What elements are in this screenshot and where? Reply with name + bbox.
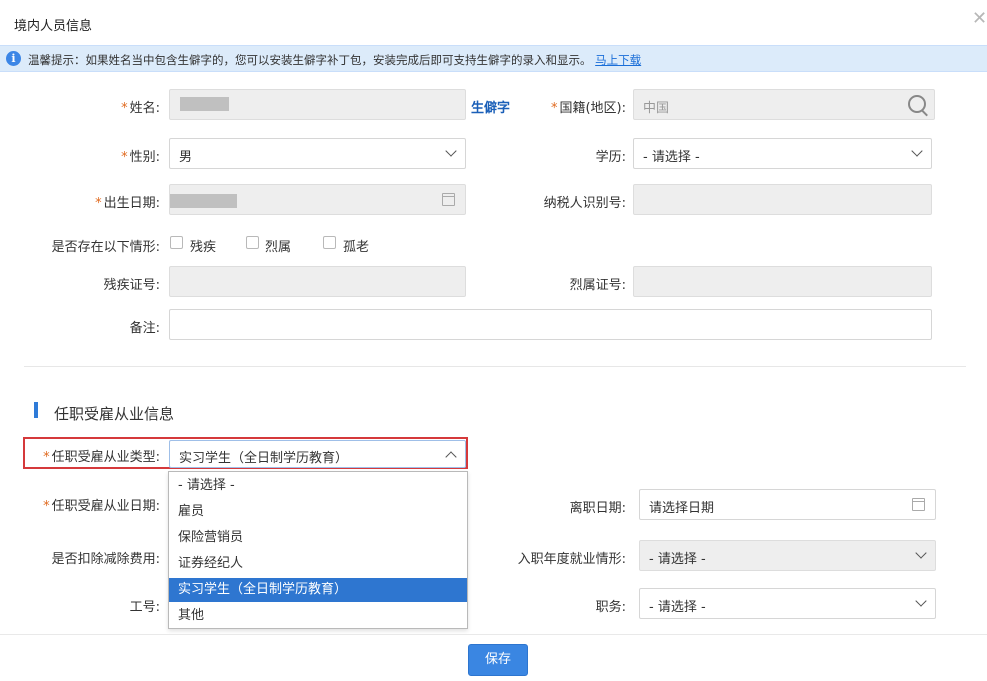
disability-no-label: 残疾证号: <box>103 278 160 293</box>
dialog-title: 境内人员信息 <box>14 19 93 34</box>
section-title: 任职受雇从业信息 <box>54 405 175 423</box>
nationality-field[interactable]: 中国 <box>633 89 935 120</box>
close-icon[interactable]: ✕ <box>972 10 987 28</box>
elderly-checkbox[interactable] <box>323 236 336 249</box>
chevron-down-icon <box>445 145 457 157</box>
dropdown-option-intern[interactable]: 实习学生（全日制学历教育） <box>169 578 467 602</box>
chevron-down-icon <box>911 145 923 157</box>
martyr-no-label: 烈属证号: <box>569 278 626 293</box>
dropdown-option-insurance[interactable]: 保险营销员 <box>169 526 467 550</box>
tip-text-wrap: 温馨提示：如果姓名当中包含生僻字的，您可以安装生僻字补丁包，安装完成后即可支持生… <box>28 52 641 68</box>
gender-label-text: 性别: <box>129 150 160 165</box>
gender-select[interactable]: 男 <box>169 138 466 169</box>
education-value: - 请选择 - <box>643 150 700 165</box>
nationality-label: * 国籍(地区): <box>550 101 626 116</box>
dropdown-option-other[interactable]: 其他 <box>169 604 467 628</box>
position-select[interactable]: - 请选择 - <box>639 588 936 619</box>
birth-label: * 出生日期: <box>95 196 160 211</box>
birth-date-field[interactable] <box>169 184 466 215</box>
disability-no-field[interactable] <box>169 266 466 297</box>
name-label: * 姓名: <box>121 101 160 116</box>
position-label: 职务: <box>595 600 626 615</box>
entry-situation-label: 入职年度就业情形: <box>517 552 626 567</box>
elderly-option: 孤老 <box>343 240 370 255</box>
chevron-down-icon <box>915 595 927 607</box>
staff-no-label: 工号: <box>129 600 160 615</box>
employment-date-label-text: 任职受雇从业日期: <box>51 499 160 514</box>
section-marker <box>34 402 38 418</box>
remark-label: 备注: <box>129 321 160 336</box>
tax-id-field[interactable] <box>633 184 932 215</box>
employment-date-label: * 任职受雇从业日期: <box>43 499 160 514</box>
education-label: 学历: <box>595 150 626 165</box>
birth-redacted <box>170 194 237 208</box>
leave-date-label: 离职日期: <box>569 501 626 516</box>
disability-checkbox[interactable] <box>170 236 183 249</box>
position-value: - 请选择 - <box>649 600 706 615</box>
chevron-down-icon <box>915 547 927 559</box>
nationality-label-text: 国籍(地区): <box>559 101 626 116</box>
tip-text: 温馨提示：如果姓名当中包含生僻字的，您可以安装生僻字补丁包，安装完成后即可支持生… <box>28 53 592 67</box>
entry-situation-value: - 请选择 - <box>649 552 706 567</box>
dropdown-option-broker[interactable]: 证券经纪人 <box>169 552 467 576</box>
download-link[interactable]: 马上下载 <box>595 53 641 67</box>
tip-banner: i 温馨提示：如果姓名当中包含生僻字的，您可以安装生僻字补丁包，安装完成后即可支… <box>0 45 987 72</box>
martyr-checkbox[interactable] <box>246 236 259 249</box>
dropdown-option-none[interactable]: - 请选择 - <box>169 474 467 498</box>
employment-type-dropdown: - 请选择 - 雇员 保险营销员 证券经纪人 实习学生（全日制学历教育） 其他 <box>168 471 468 629</box>
gender-label: * 性别: <box>121 150 160 165</box>
calendar-icon[interactable] <box>912 498 925 511</box>
employment-type-value: 实习学生（全日制学历教育） <box>179 451 349 466</box>
name-label-text: 姓名: <box>129 101 160 116</box>
name-field[interactable] <box>169 89 466 120</box>
save-button[interactable]: 保存 <box>468 644 528 676</box>
entry-situation-select[interactable]: - 请选择 - <box>639 540 936 571</box>
footer-divider <box>0 634 987 635</box>
nationality-value: 中国 <box>643 101 670 116</box>
calendar-icon[interactable] <box>442 193 455 206</box>
martyr-no-field[interactable] <box>633 266 932 297</box>
search-icon[interactable] <box>908 95 926 113</box>
birth-label-text: 出生日期: <box>103 196 160 211</box>
gender-value: 男 <box>179 150 193 165</box>
rare-char-button[interactable]: 生僻字 <box>471 97 510 116</box>
tax-id-label: 纳税人识别号: <box>543 196 626 211</box>
situation-label: 是否存在以下情形: <box>51 240 160 255</box>
dropdown-option-employee[interactable]: 雇员 <box>169 500 467 524</box>
leave-date-placeholder: 请选择日期 <box>649 501 715 516</box>
remark-field[interactable] <box>169 309 932 340</box>
leave-date-field[interactable]: 请选择日期 <box>639 489 936 520</box>
employment-type-label: * 任职受雇从业类型: <box>43 450 160 465</box>
section-divider <box>24 366 966 367</box>
martyr-option: 烈属 <box>265 240 292 255</box>
education-select[interactable]: - 请选择 - <box>633 138 932 169</box>
chevron-up-icon <box>445 451 457 463</box>
deduct-label: 是否扣除减除费用: <box>51 552 160 567</box>
info-icon: i <box>6 51 21 66</box>
employment-type-label-text: 任职受雇从业类型: <box>51 450 160 465</box>
employment-type-select[interactable]: 实习学生（全日制学历教育） <box>169 440 466 468</box>
disability-option: 残疾 <box>190 240 217 255</box>
name-redacted <box>180 97 229 111</box>
